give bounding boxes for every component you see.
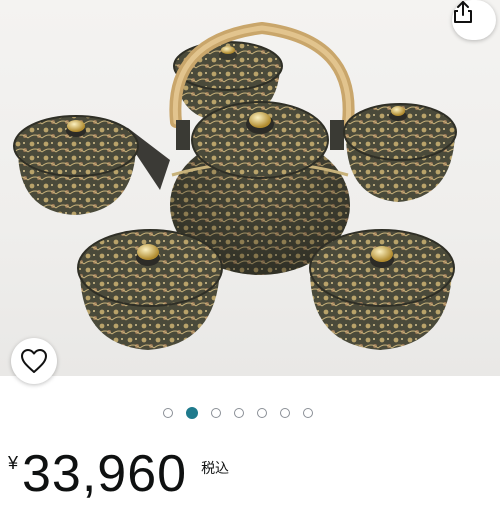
carousel-dot[interactable] [303,408,313,418]
heart-icon [21,349,47,373]
teapot-set-photo [13,21,457,350]
share-icon [454,1,472,23]
cup-right [343,103,457,202]
cup-front-right [309,229,455,350]
carousel-dot[interactable] [234,408,244,418]
cup-front-left [77,229,223,350]
carousel-dot[interactable] [186,407,198,419]
tax-included-label: 税込 [201,461,230,477]
carousel-dot[interactable] [211,408,221,418]
price-amount: 33,960 [22,445,188,503]
share-button[interactable] [452,0,496,40]
carousel-dot[interactable] [163,408,173,418]
favorite-button[interactable] [11,338,57,384]
carousel-dot[interactable] [257,408,267,418]
carousel-dot[interactable] [280,408,290,418]
product-image[interactable] [0,0,500,376]
cup-left [13,115,139,215]
carousel-indicator[interactable] [163,407,313,422]
price: ¥ 33,960 税込 [8,440,229,500]
price-currency: ¥ [8,453,19,473]
